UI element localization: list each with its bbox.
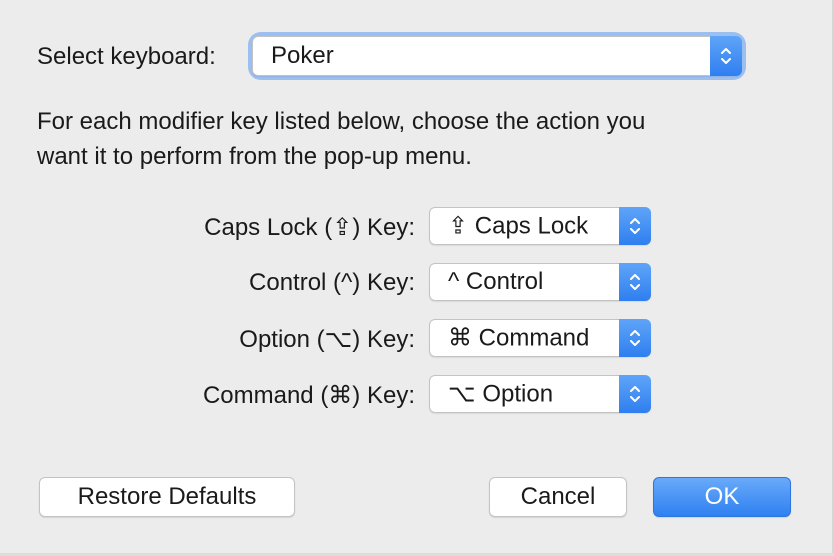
control-action-value: ^ Control [448, 268, 544, 295]
option-key-label: Option (⌥) Key: [239, 326, 415, 353]
option-action-value: ⌘ Command [448, 324, 590, 352]
command-key-label: Command (⌘) Key: [202, 382, 415, 409]
caps-lock-key-label: Caps Lock (⇪) Key: [204, 214, 415, 241]
caps-lock-action-value: ⇪ Caps Lock [448, 212, 589, 240]
instructions-line-1: For each modifier key listed below, choo… [37, 108, 646, 135]
option-action-popup[interactable]: ⌘ Command [429, 319, 651, 357]
up-down-chevron-icon [619, 207, 651, 245]
caps-lock-action-popup[interactable]: ⇪ Caps Lock [429, 207, 651, 245]
up-down-chevron-icon [619, 319, 651, 357]
control-action-popup[interactable]: ^ Control [429, 263, 651, 301]
up-down-chevron-icon [710, 36, 742, 76]
keyboard-select-popup[interactable]: Poker [252, 36, 742, 76]
control-key-label: Control (^) Key: [249, 269, 415, 296]
command-action-popup[interactable]: ⌥ Option [429, 375, 651, 413]
keyboard-select-value: Poker [271, 42, 334, 69]
command-action-value: ⌥ Option [448, 380, 554, 408]
cancel-button[interactable]: Cancel [489, 477, 627, 517]
up-down-chevron-icon [619, 375, 651, 413]
ok-button[interactable]: OK [653, 477, 791, 517]
select-keyboard-label: Select keyboard: [37, 43, 216, 70]
restore-defaults-button[interactable]: Restore Defaults [39, 477, 295, 517]
instructions-line-2: want it to perform from the pop-up menu. [37, 143, 472, 170]
up-down-chevron-icon [619, 263, 651, 301]
